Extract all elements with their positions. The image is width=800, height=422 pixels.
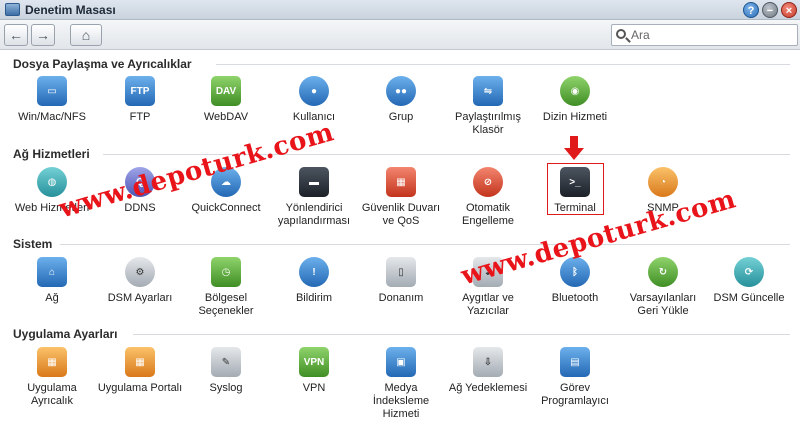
restore-icon: ↻ <box>648 257 678 287</box>
item-label: Ağ <box>45 292 59 304</box>
item-app-privileges[interactable]: ▦ Uygulama Ayrıcalık <box>9 347 95 413</box>
webdav-icon: DAV <box>211 76 241 106</box>
title-bar: Denetim Masası ? − × <box>0 0 800 20</box>
item-ftp[interactable]: FTP FTP <box>97 76 183 142</box>
item-label: Donanım <box>378 292 424 304</box>
red-arrow-icon <box>564 136 584 162</box>
item-label: Bölgesel Seçenekler <box>198 292 254 317</box>
control-panel-icon <box>5 3 20 16</box>
window-title: Denetim Masası <box>25 3 116 17</box>
item-firewall-qos[interactable]: ▦ Güvenlik Duvarı ve QoS <box>358 167 444 233</box>
task-scheduler-icon: ▤ <box>560 347 590 377</box>
hardware-icon: ▯ <box>386 257 416 287</box>
group-icon: ●● <box>386 76 416 106</box>
item-label: Yönlendirici yapılandırması <box>277 202 351 227</box>
block-icon: ⊘ <box>473 167 503 197</box>
item-label: Win/Mac/NFS <box>18 111 86 123</box>
item-label: Uygulama Ayrıcalık <box>27 382 77 407</box>
item-label: Syslog <box>209 382 243 394</box>
terminal-highlight-box <box>547 163 604 215</box>
item-label: Güvenlik Duvarı ve QoS <box>361 202 441 227</box>
section-title-file-sharing: Dosya Paylaşma ve Ayrıcalıklar <box>13 57 192 71</box>
notification-icon: ! <box>299 257 329 287</box>
item-label: Medya İndeksleme Hizmeti <box>372 382 430 420</box>
shared-folder-icon: ⇋ <box>473 76 503 106</box>
item-vpn[interactable]: VPN VPN <box>271 347 357 413</box>
pie-chart-icon: ◔ <box>648 167 678 197</box>
item-label: Dizin Hizmeti <box>542 111 608 123</box>
item-network[interactable]: ⌂ Ağ <box>9 257 95 323</box>
item-directory-service[interactable]: ◉ Dizin Hizmeti <box>532 76 618 142</box>
forward-button[interactable]: → <box>31 24 55 46</box>
media-index-icon: ▣ <box>386 347 416 377</box>
section-divider <box>216 64 790 65</box>
arrow-head <box>564 148 584 160</box>
search-input[interactable] <box>631 27 791 43</box>
firewall-icon: ▦ <box>386 167 416 197</box>
syslog-icon: ✎ <box>211 347 241 377</box>
item-router-config[interactable]: ▬ Yönlendirici yapılandırması <box>271 167 357 233</box>
section-title-app-settings: Uygulama Ayarları <box>13 327 118 341</box>
item-label: Görev Programlayıcı <box>541 382 609 407</box>
item-dsm-update[interactable]: ⟳ DSM Güncelle <box>706 257 792 323</box>
back-button[interactable]: ← <box>4 24 28 46</box>
item-media-indexing[interactable]: ▣ Medya İndeksleme Hizmeti <box>358 347 444 420</box>
item-app-portal[interactable]: ▦ Uygulama Portalı <box>97 347 183 413</box>
section-title-network-services: Ağ Hizmetleri <box>13 147 90 161</box>
item-hardware[interactable]: ▯ Donanım <box>358 257 444 323</box>
user-icon: ● <box>299 76 329 106</box>
update-icon: ⟳ <box>734 257 764 287</box>
item-label: Bildirim <box>295 292 333 304</box>
search-icon <box>616 29 626 39</box>
item-label: Paylaştırılmış Klasör <box>454 111 521 136</box>
item-label: Uygulama Portalı <box>97 382 183 394</box>
item-label: VPN <box>302 382 326 394</box>
close-button[interactable]: × <box>781 2 797 18</box>
item-label: FTP <box>129 111 151 123</box>
item-label: Varsayılanları Geri Yükle <box>629 292 697 317</box>
router-icon: ▬ <box>299 167 329 197</box>
item-notification[interactable]: ! Bildirim <box>271 257 357 323</box>
toolbar: ← → ⌂ <box>0 20 800 50</box>
home-button[interactable]: ⌂ <box>70 24 102 46</box>
monitor-icon: ▭ <box>37 76 67 106</box>
item-label: Otomatik Engelleme <box>462 202 514 227</box>
item-group[interactable]: ●● Grup <box>358 76 444 142</box>
item-win-mac-nfs[interactable]: ▭ Win/Mac/NFS <box>9 76 95 142</box>
item-task-scheduler[interactable]: ▤ Görev Programlayıcı <box>532 347 618 413</box>
item-webdav[interactable]: DAV WebDAV <box>183 76 269 142</box>
section-divider <box>133 334 790 335</box>
item-network-backup[interactable]: ⇩ Ağ Yedeklemesi <box>445 347 531 413</box>
item-restore-defaults[interactable]: ↻ Varsayılanları Geri Yükle <box>620 257 706 323</box>
section-title-system: Sistem <box>13 237 53 251</box>
ftp-icon: FTP <box>125 76 155 106</box>
home-network-icon: ⌂ <box>37 257 67 287</box>
network-backup-icon: ⇩ <box>473 347 503 377</box>
help-button[interactable]: ? <box>743 2 759 18</box>
directory-service-icon: ◉ <box>560 76 590 106</box>
item-label: DSM Ayarları <box>107 292 173 304</box>
search-box[interactable] <box>611 24 798 46</box>
minimize-button[interactable]: − <box>762 2 778 18</box>
item-label: Ağ Yedeklemesi <box>448 382 528 394</box>
item-shared-folder[interactable]: ⇋ Paylaştırılmış Klasör <box>445 76 531 142</box>
item-auto-block[interactable]: ⊘ Otomatik Engelleme <box>445 167 531 233</box>
app-portal-icon: ▦ <box>125 347 155 377</box>
item-label: Bluetooth <box>551 292 599 304</box>
section-divider <box>60 244 790 245</box>
item-dsm-settings[interactable]: ⚙ DSM Ayarları <box>97 257 183 323</box>
gear-icon: ⚙ <box>125 257 155 287</box>
item-syslog[interactable]: ✎ Syslog <box>183 347 269 413</box>
app-privilege-icon: ▦ <box>37 347 67 377</box>
item-label: DSM Güncelle <box>713 292 785 304</box>
item-label: Grup <box>388 111 414 123</box>
clock-map-icon: ◷ <box>211 257 241 287</box>
item-label: Aygıtlar ve Yazıcılar <box>462 292 514 317</box>
item-regional-options[interactable]: ◷ Bölgesel Seçenekler <box>183 257 269 323</box>
item-label: QuickConnect <box>191 202 261 214</box>
vpn-icon: VPN <box>299 347 329 377</box>
item-label: WebDAV <box>203 111 249 123</box>
